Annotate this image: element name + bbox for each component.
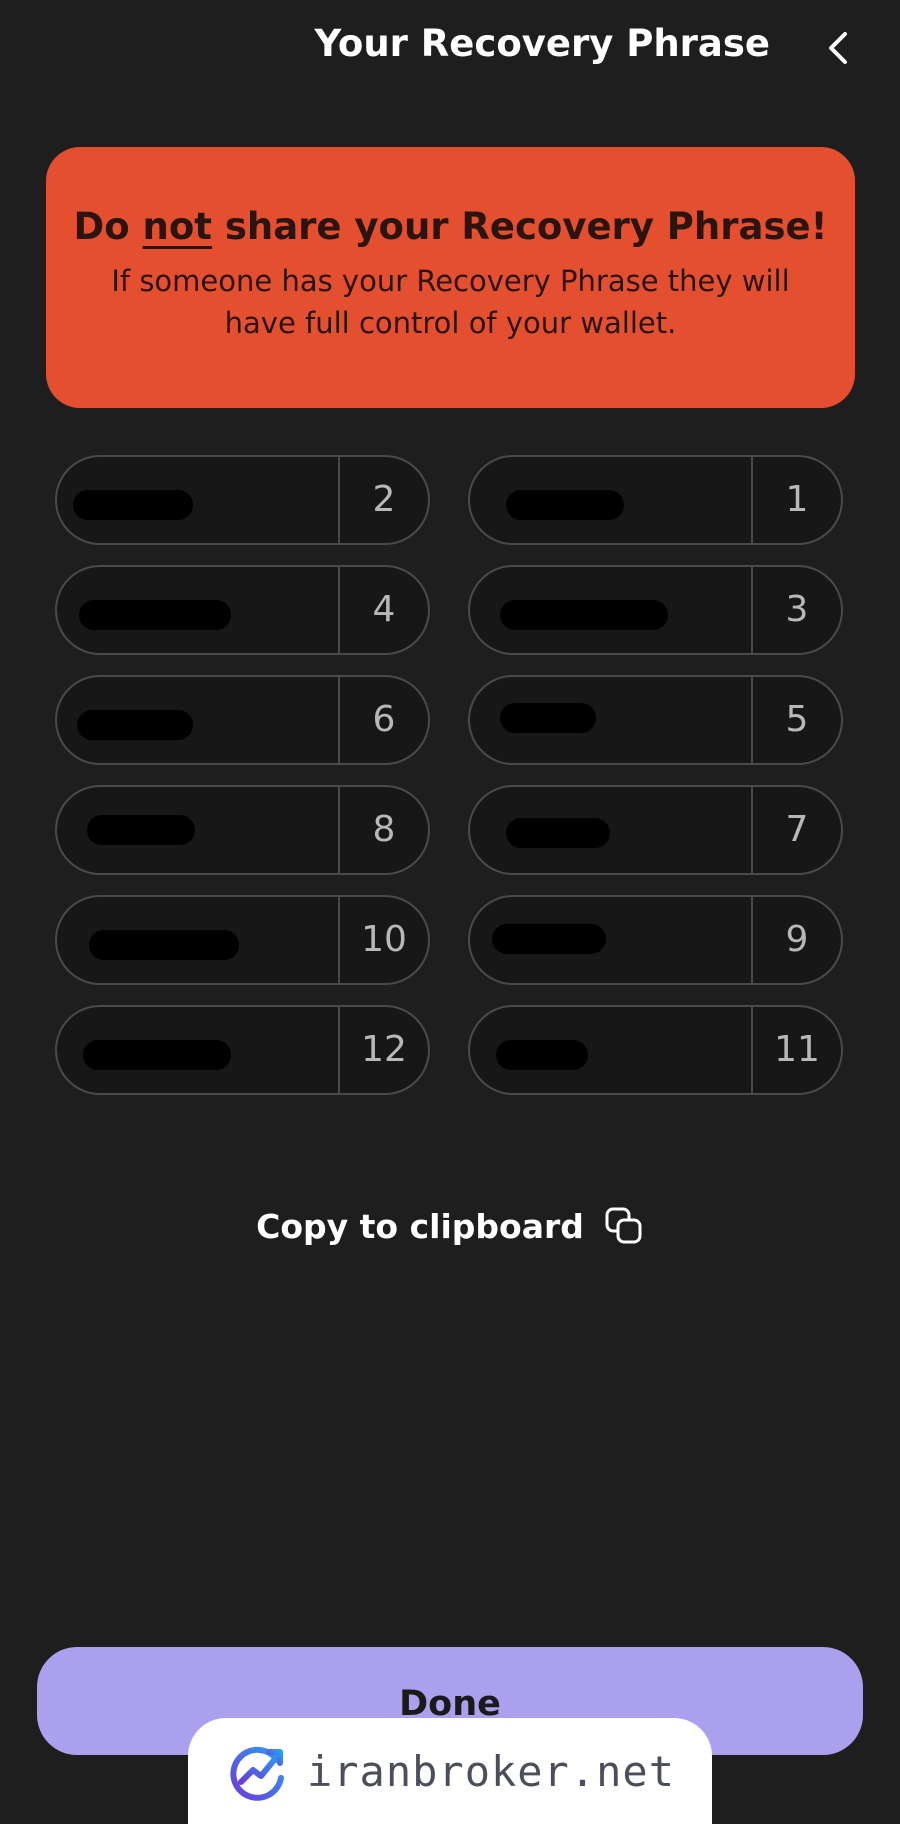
phrase-word-2: 2 [55,455,430,545]
phrase-word-3: 3 [468,565,843,655]
copy-icon [604,1206,644,1246]
phrase-word-4: 4 [55,565,430,655]
redaction-mark [500,703,596,733]
phrase-word-12: 12 [55,1005,430,1095]
warning-card: Do not share your Recovery Phrase! If so… [46,147,855,408]
phrase-word-number: 3 [785,589,809,630]
warning-title-emphasis: not [142,205,212,248]
phrase-word-number: 9 [785,919,809,960]
warning-title-suffix: share your Recovery Phrase! [211,205,828,248]
redaction-mark [83,1040,231,1070]
phrase-word-10: 10 [55,895,430,985]
phrase-word-value [470,897,751,983]
copy-to-clipboard-button[interactable]: Copy to clipboard [0,1196,900,1256]
redaction-mark [87,815,195,845]
phrase-word-number: 7 [785,809,809,850]
phrase-word-number: 11 [774,1029,820,1070]
phrase-word-value [470,677,751,763]
phrase-word-11: 11 [468,1005,843,1095]
redaction-mark [492,924,606,954]
redaction-mark [77,710,193,740]
phrase-word-value [57,457,338,543]
watermark: iranbroker.net [188,1718,712,1824]
phrase-word-number: 12 [361,1029,407,1070]
phrase-word-number: 10 [361,919,407,960]
phrase-word-value [57,787,338,873]
phrase-word-value [57,897,338,983]
phrase-word-number: 1 [785,479,809,520]
redaction-mark [496,1040,588,1070]
phrase-word-value [470,457,751,543]
chart-arrow-logo-icon [230,1746,284,1801]
phrase-word-number: 8 [372,809,396,850]
back-button[interactable] [816,26,860,70]
phrase-word-9: 9 [468,895,843,985]
phrase-word-number: 5 [785,699,809,740]
warning-text: If someone has your Recovery Phrase they… [111,264,790,340]
redaction-mark [500,600,668,630]
phrase-word-value [470,1007,751,1093]
chevron-left-icon [829,32,847,64]
phrase-word-value [470,567,751,653]
warning-title-prefix: Do [73,205,143,248]
copy-label: Copy to clipboard [256,1206,584,1246]
phrase-word-value [57,1007,338,1093]
redaction-mark [79,600,231,630]
phrase-word-number: 4 [372,589,396,630]
page-title: Your Recovery Phrase [314,22,770,65]
phrase-word-1: 1 [468,455,843,545]
phrase-word-7: 7 [468,785,843,875]
phrase-word-5: 5 [468,675,843,765]
phrase-word-6: 6 [55,675,430,765]
watermark-text: iranbroker.net [306,1746,675,1796]
phrase-word-8: 8 [55,785,430,875]
phrase-word-value [57,567,338,653]
header: Your Recovery Phrase [0,0,900,96]
phrase-word-value [470,787,751,873]
redaction-mark [506,818,610,848]
redaction-mark [89,930,239,960]
phrase-word-number: 6 [372,699,396,740]
redaction-mark [506,490,624,520]
warning-title: Do not share your Recovery Phrase! [46,205,855,248]
phrase-word-value [57,677,338,763]
redaction-mark [73,490,193,520]
phrase-word-number: 2 [372,479,396,520]
